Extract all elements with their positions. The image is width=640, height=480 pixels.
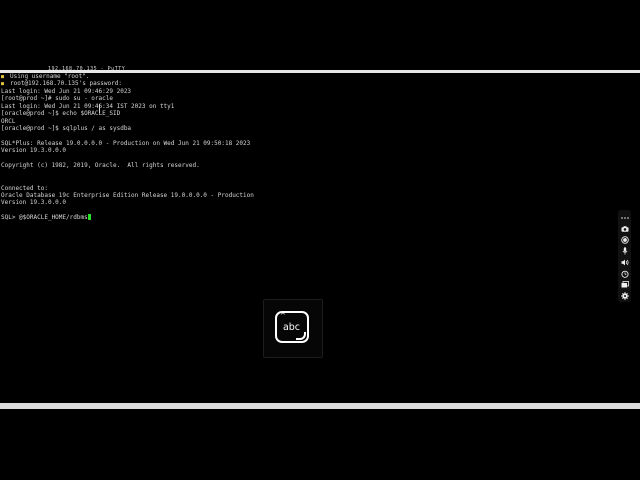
timer-icon[interactable] <box>619 268 630 279</box>
terminal-line: [oracle@prod ~]$ sqlplus / as sysdba <box>1 125 132 133</box>
terminal-line: [oracle@prod ~]$ echo $ORACLE_SID <box>1 110 121 118</box>
side-toolbar <box>618 210 631 302</box>
terminal-line: ■ Using username "root". <box>1 73 90 80</box>
keyboard-icon: ^ abc <box>275 311 309 343</box>
window-bottom-bar <box>0 403 640 409</box>
volume-icon[interactable] <box>619 257 630 268</box>
terminal-line: Copyright (c) 1982, 2019, Oracle. All ri… <box>1 162 200 170</box>
putty-icon: ■ <box>1 74 5 80</box>
settings-icon[interactable] <box>619 290 630 301</box>
terminal-line: Oracle Database 19c Enterprise Edition R… <box>1 192 254 199</box>
key-hook-mark <box>296 332 306 340</box>
terminal-line: Version 19.3.0.0.0 <box>1 199 67 207</box>
terminal-line: ORCL <box>1 117 16 125</box>
terminal-line: [root@prod ~]# sudo su - oracle <box>1 95 113 103</box>
caret-glyph: ^ <box>280 312 286 320</box>
terminal-line: ■ root@192.168.70.135's password: <box>1 80 122 88</box>
window-title: 192.168.70.135 - PuTTY <box>48 66 126 72</box>
microphone-icon[interactable] <box>619 246 630 257</box>
terminal-output: ■ Using username "root". ■ root@192.168.70… <box>1 73 254 222</box>
terminal-line: Connected to: <box>1 184 48 192</box>
terminal-line: Last login: Wed Jun 21 09:46:34 IST 2023… <box>1 102 175 110</box>
putty-icon: ■ <box>1 81 5 88</box>
terminal-line: Version 19.3.0.0.0 <box>1 147 67 155</box>
terminal-cursor <box>87 214 92 221</box>
window-icon[interactable] <box>619 279 630 290</box>
terminal-line: Last login: Wed Jun 21 09:46:29 2023 <box>1 87 132 95</box>
more-icon[interactable] <box>619 212 630 223</box>
record-icon[interactable] <box>619 234 630 245</box>
mouse-text-cursor <box>99 104 100 113</box>
terminal-prompt-line[interactable]: SQL> @$ORACLE_HOME/rdbms <box>1 214 254 221</box>
camera-icon[interactable] <box>619 223 630 234</box>
terminal-line: SQL*Plus: Release 19.0.0.0.0 - Productio… <box>1 139 251 147</box>
sql-prompt-input[interactable]: SQL> @$ORACLE_HOME/rdbms <box>1 214 88 221</box>
keyboard-overlay: ^ abc <box>263 299 323 358</box>
